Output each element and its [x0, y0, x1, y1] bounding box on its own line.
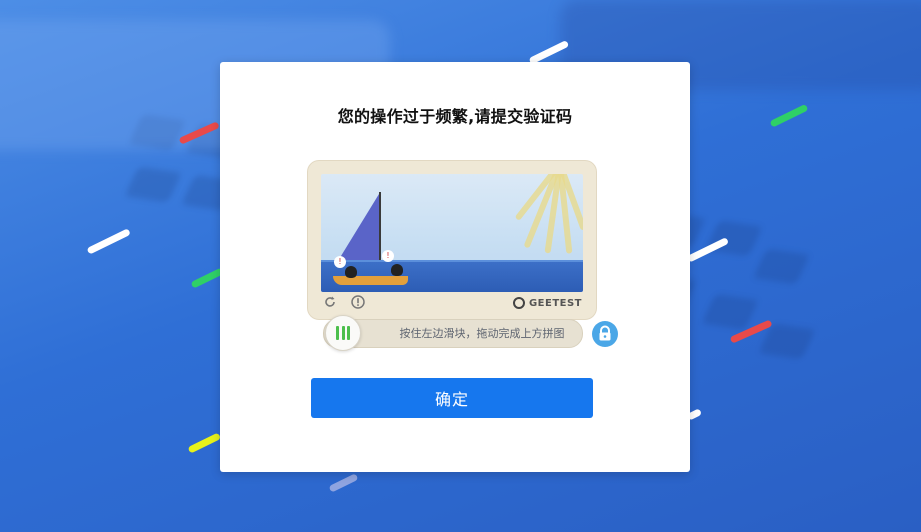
- confirm-button[interactable]: 确定: [311, 378, 593, 418]
- boat-hull: [333, 276, 408, 285]
- bg-key: [752, 248, 811, 285]
- bg-key: [705, 220, 763, 257]
- captcha-puzzle-image: ! !: [321, 174, 583, 292]
- cat-figure: [391, 264, 403, 276]
- bg-key: [701, 293, 759, 330]
- bg-key: [124, 166, 182, 203]
- drag-handle-icon: [336, 326, 350, 340]
- lock-icon: [592, 321, 618, 347]
- exclamation-bubble: !: [334, 256, 346, 268]
- captcha-toolbar: GEETEST: [322, 295, 582, 313]
- dialog-title: 您的操作过于频繁,请提交验证码: [337, 107, 573, 126]
- geetest-brand: GEETEST: [512, 295, 582, 311]
- confetti-streak: [328, 473, 359, 493]
- captcha-dialog: 您的操作过于频繁,请提交验证码 ! ! GEETEST 按住左边滑块，拖动完成上…: [220, 62, 690, 472]
- info-icon[interactable]: [350, 295, 366, 311]
- cat-figure: [345, 266, 357, 278]
- brand-name: GEETEST: [528, 297, 582, 309]
- confetti-streak: [187, 432, 222, 454]
- bg-key: [758, 323, 816, 360]
- slider-knob[interactable]: [325, 315, 361, 351]
- confetti-streak: [769, 103, 809, 128]
- geetest-logo-icon: [512, 297, 525, 309]
- slider-track[interactable]: 按住左边滑块，拖动完成上方拼图: [323, 319, 583, 348]
- captcha-panel: ! ! GEETEST: [307, 160, 597, 320]
- slider-hint: 按住左边滑块，拖动完成上方拼图: [399, 327, 565, 340]
- exclamation-bubble: !: [382, 250, 394, 262]
- refresh-icon[interactable]: [322, 295, 338, 311]
